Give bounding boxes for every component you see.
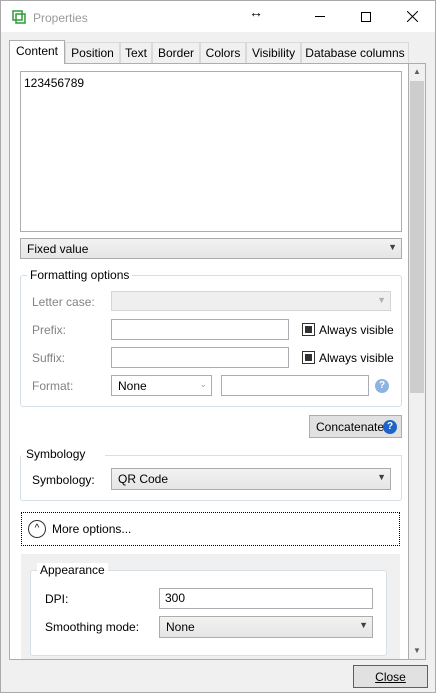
question-mark-icon[interactable]: ? [375, 379, 389, 393]
close-window-button[interactable] [389, 1, 435, 32]
symbology-group: Symbology Symbology: QR Code ▼ [20, 447, 402, 501]
format-text-input[interactable] [221, 375, 369, 396]
letter-case-select[interactable]: ▼ [111, 291, 391, 311]
symbology-label: Symbology: [32, 473, 95, 487]
appearance-legend: Appearance [37, 563, 108, 577]
chevron-up-icon: ^ [28, 520, 46, 538]
window-title: Properties [33, 11, 88, 25]
minimize-icon [315, 16, 325, 17]
title-bar[interactable]: Properties ↔ [1, 1, 435, 32]
smoothing-mode-select[interactable]: None ▼ [159, 616, 373, 638]
checkbox-indeterminate-icon [305, 326, 312, 333]
more-options-label: More options... [52, 522, 132, 536]
close-button-label: Close [375, 670, 406, 684]
scrollbar-thumb[interactable] [410, 81, 424, 393]
value-textarea[interactable]: 123456789 [20, 71, 402, 232]
tab-content[interactable]: Content [9, 40, 65, 64]
app-logo-icon [12, 10, 26, 24]
tab-border[interactable]: Border [152, 42, 200, 63]
letter-case-label: Letter case: [32, 295, 95, 309]
chevron-down-icon: ▼ [377, 295, 386, 305]
tab-position[interactable]: Position [65, 42, 120, 63]
question-mark-icon: ? [383, 420, 397, 434]
more-options-toggle[interactable]: ^ More options... [21, 512, 400, 546]
formatting-options-group: Formatting options Letter case: ▼ Prefix… [20, 268, 402, 407]
appearance-group: Appearance DPI: 300 Smoothing mode: None… [30, 563, 387, 656]
dpi-label: DPI: [45, 592, 69, 606]
scroll-up-icon[interactable]: ▲ [409, 64, 425, 80]
value-source-select[interactable]: Fixed value ▼ [20, 238, 402, 259]
prefix-label: Prefix: [32, 323, 67, 337]
value-source-selected: Fixed value [27, 242, 89, 256]
chevron-down-icon: ⌄ [199, 379, 207, 389]
checkbox-indeterminate-icon [305, 354, 312, 361]
formatting-options-legend: Formatting options [27, 268, 133, 282]
dpi-input[interactable]: 300 [159, 588, 373, 609]
prefix-always-visible-checkbox[interactable] [302, 323, 315, 336]
minimize-button[interactable] [297, 1, 343, 32]
symbology-select[interactable]: QR Code ▼ [111, 468, 391, 490]
suffix-input[interactable] [111, 347, 289, 368]
scroll-down-icon[interactable]: ▼ [409, 643, 425, 659]
content-panel: 123456789 Fixed value ▼ Formatting optio… [9, 63, 409, 660]
format-selected: None [118, 379, 147, 393]
smoothing-mode-label: Smoothing mode: [45, 620, 140, 634]
concatenate-button[interactable]: Concatenate ? [309, 415, 402, 438]
tab-visibility[interactable]: Visibility [246, 42, 301, 63]
close-icon [406, 11, 418, 22]
smoothing-mode-selected: None [166, 620, 195, 634]
prefix-always-visible-label: Always visible [319, 323, 394, 337]
properties-window: Properties ↔ Content Position Text Borde… [0, 0, 436, 693]
format-label: Format: [32, 379, 74, 393]
maximize-icon [361, 11, 371, 22]
suffix-always-visible-label: Always visible [319, 351, 394, 365]
chevron-down-icon: ▼ [377, 472, 386, 482]
symbology-legend: Symbology [26, 447, 86, 461]
suffix-always-visible-checkbox[interactable] [302, 351, 315, 364]
maximize-button[interactable] [343, 1, 389, 32]
chevron-down-icon: ▼ [388, 242, 397, 252]
prefix-input[interactable] [111, 319, 289, 340]
concatenate-label: Concatenate [316, 420, 385, 434]
tab-colors[interactable]: Colors [200, 42, 246, 63]
horizontal-resize-icon: ↔ [249, 4, 263, 20]
format-select[interactable]: None ⌄ [111, 375, 212, 396]
tab-text[interactable]: Text [120, 42, 152, 63]
more-options-panel: Appearance DPI: 300 Smoothing mode: None… [21, 554, 400, 659]
close-button[interactable]: Close [353, 665, 428, 688]
suffix-label: Suffix: [32, 351, 66, 365]
tab-database-columns[interactable]: Database columns [301, 42, 409, 63]
symbology-selected: QR Code [118, 472, 169, 486]
group-divider [105, 455, 402, 456]
chevron-down-icon: ▼ [359, 620, 368, 630]
vertical-scrollbar[interactable]: ▲ ▼ [409, 63, 426, 660]
